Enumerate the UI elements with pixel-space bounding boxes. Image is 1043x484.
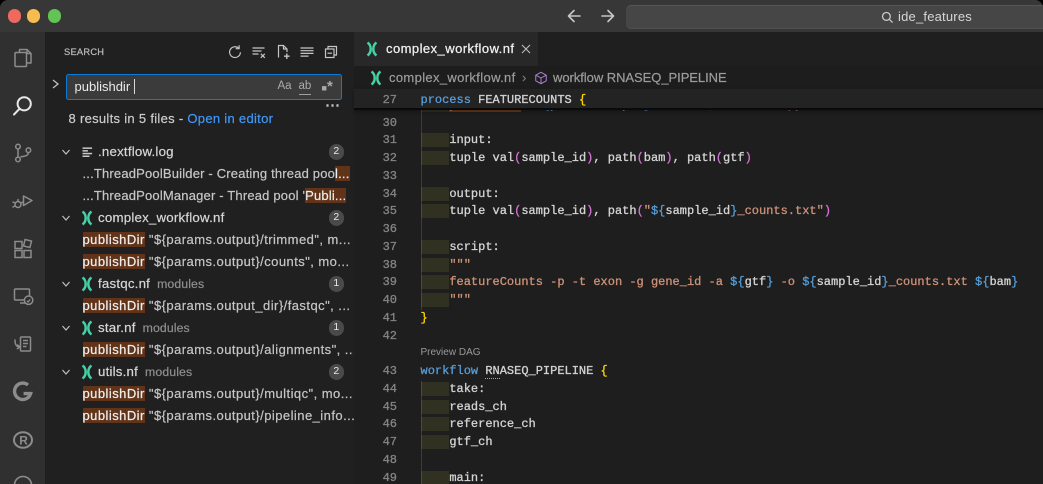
svg-text:R: R	[19, 434, 28, 448]
